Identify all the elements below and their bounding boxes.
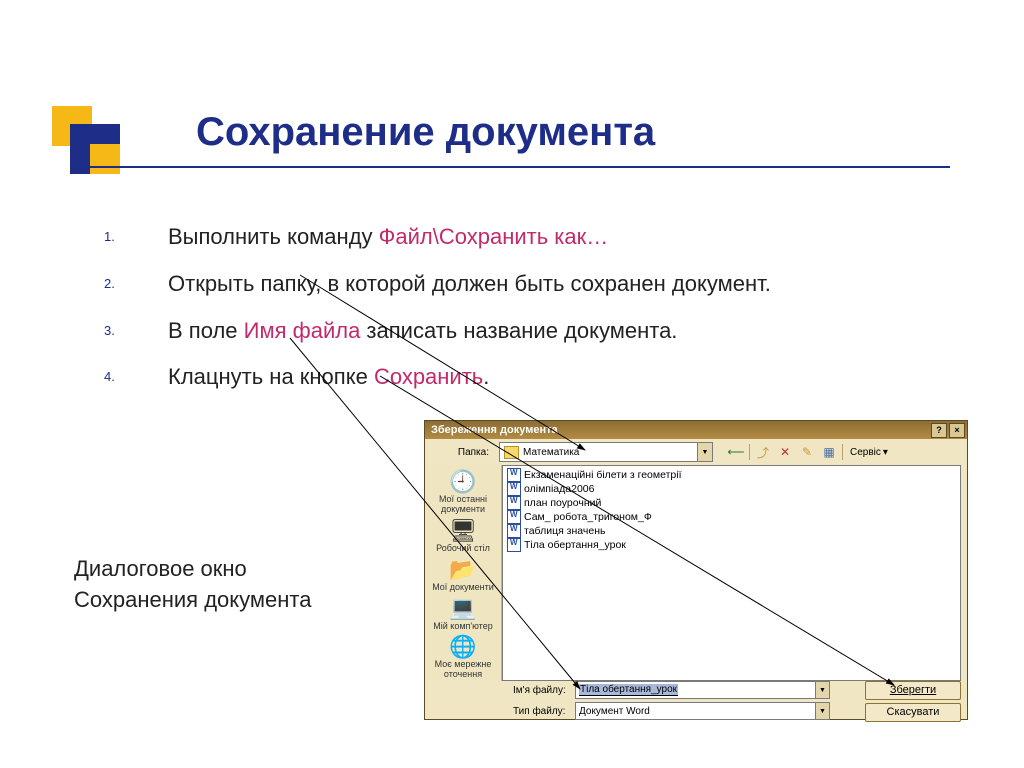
folder-label: Папка:	[431, 447, 493, 458]
chevron-down-icon: ▾	[883, 447, 888, 458]
up-icon[interactable]: ⤴	[754, 443, 772, 461]
folder-icon: 📂	[448, 557, 478, 583]
step-prefix: Клацнуть на кнопке	[168, 364, 374, 389]
dialog-title: Збереження документа	[431, 424, 558, 436]
save-dialog: Збереження документа ? × Папка: Математи…	[424, 420, 968, 720]
sidebar-item-label: Робочий стіл	[436, 544, 490, 554]
page-title: Сохранение документа	[196, 110, 655, 155]
desktop-icon: 🖥	[448, 518, 478, 544]
computer-icon: 💻	[448, 596, 478, 622]
step-suffix: записать название документа.	[360, 318, 677, 343]
folder-combo[interactable]: Математика ▼	[499, 442, 713, 462]
instruction-list: 1. Выполнить команду Файл\Сохранить как……	[64, 222, 824, 409]
filename-input[interactable]: Тіла обертання_урок ▼	[575, 681, 830, 699]
list-item[interactable]: Тіла обертання_урок	[507, 538, 956, 552]
list-item[interactable]: таблиця значень	[507, 524, 956, 538]
chevron-down-icon[interactable]: ▼	[697, 443, 712, 461]
document-icon	[507, 496, 521, 510]
back-icon[interactable]: ⟵	[727, 443, 745, 461]
sidebar-item-mydocs[interactable]: 📂 Мої документи	[430, 557, 496, 593]
service-menu[interactable]: Сервіс ▾	[847, 443, 891, 461]
cancel-button[interactable]: Скасувати	[865, 703, 961, 722]
list-item: 4. Клацнуть на кнопке Сохранить.	[104, 362, 824, 393]
history-icon: 🕘	[448, 469, 478, 495]
separator	[749, 444, 750, 460]
list-item[interactable]: план поурочний	[507, 496, 956, 510]
chevron-down-icon[interactable]: ▼	[815, 703, 829, 719]
sidebar-item-network[interactable]: 🌐 Моє мережне оточення	[430, 634, 496, 680]
list-item[interactable]: Екзаменаційні білети з геометрії	[507, 468, 956, 482]
filetype-label: Тип файлу:	[513, 706, 571, 717]
document-icon	[507, 510, 521, 524]
delete-icon[interactable]: ✕	[776, 443, 794, 461]
close-icon[interactable]: ×	[949, 423, 965, 438]
dialog-places-bar: 🕘 Мої останні документи 🖥 Робочий стіл 📂…	[425, 465, 502, 681]
document-icon	[507, 482, 521, 496]
network-icon: 🌐	[448, 634, 478, 660]
sidebar-item-recent[interactable]: 🕘 Мої останні документи	[430, 469, 496, 515]
list-item[interactable]: олімпіада2006	[507, 482, 956, 496]
list-item: 3. В поле Имя файла записать название до…	[104, 316, 824, 347]
step-prefix: Открыть папку, в которой должен быть сох…	[168, 271, 771, 296]
filename-label: Ім'я файлу:	[513, 685, 571, 696]
filetype-select[interactable]: Документ Word ▼	[575, 702, 830, 720]
title-underline	[70, 166, 950, 168]
document-icon	[507, 538, 521, 552]
dialog-location-bar: Папка: Математика ▼ ⟵ ⤴ ✕ ✎ ▦ Сервіс ▾	[425, 439, 967, 465]
slide-logo	[52, 106, 162, 196]
sidebar-item-label: Мої останні документи	[430, 495, 496, 515]
step-highlight: Имя файла	[244, 318, 361, 343]
step-suffix: .	[483, 364, 489, 389]
filetype-value: Документ Word	[579, 706, 650, 717]
views-icon[interactable]: ▦	[820, 443, 838, 461]
sidebar-item-label: Мій комп'ютер	[433, 622, 492, 632]
sidebar-item-desktop[interactable]: 🖥 Робочий стіл	[430, 518, 496, 554]
sidebar-item-computer[interactable]: 💻 Мій комп'ютер	[430, 596, 496, 632]
dialog-caption: Диалоговое окно Сохранения документа	[74, 554, 311, 616]
file-listbox[interactable]: Екзаменаційні білети з геометрії олімпіа…	[502, 465, 961, 681]
folder-icon	[504, 446, 519, 459]
step-prefix: Выполнить команду	[168, 224, 379, 249]
list-item: 1. Выполнить команду Файл\Сохранить как…	[104, 222, 824, 253]
step-prefix: В поле	[168, 318, 244, 343]
help-icon[interactable]: ?	[931, 423, 947, 438]
step-highlight: Сохранить	[374, 364, 483, 389]
separator	[842, 444, 843, 460]
document-icon	[507, 468, 521, 482]
step-highlight: Файл\Сохранить как…	[379, 224, 609, 249]
document-icon	[507, 524, 521, 538]
filename-value: Тіла обертання_урок	[579, 684, 678, 696]
chevron-down-icon[interactable]: ▼	[815, 682, 829, 698]
save-button[interactable]: Зберегти	[865, 681, 961, 700]
sidebar-item-label: Мої документи	[432, 583, 494, 593]
folder-value: Математика	[523, 447, 579, 458]
new-folder-icon[interactable]: ✎	[798, 443, 816, 461]
list-item: 2. Открыть папку, в которой должен быть …	[104, 269, 824, 300]
list-item[interactable]: Сам_ робота_тригоном_Ф	[507, 510, 956, 524]
dialog-titlebar[interactable]: Збереження документа ? ×	[425, 421, 967, 439]
sidebar-item-label: Моє мережне оточення	[430, 660, 496, 680]
